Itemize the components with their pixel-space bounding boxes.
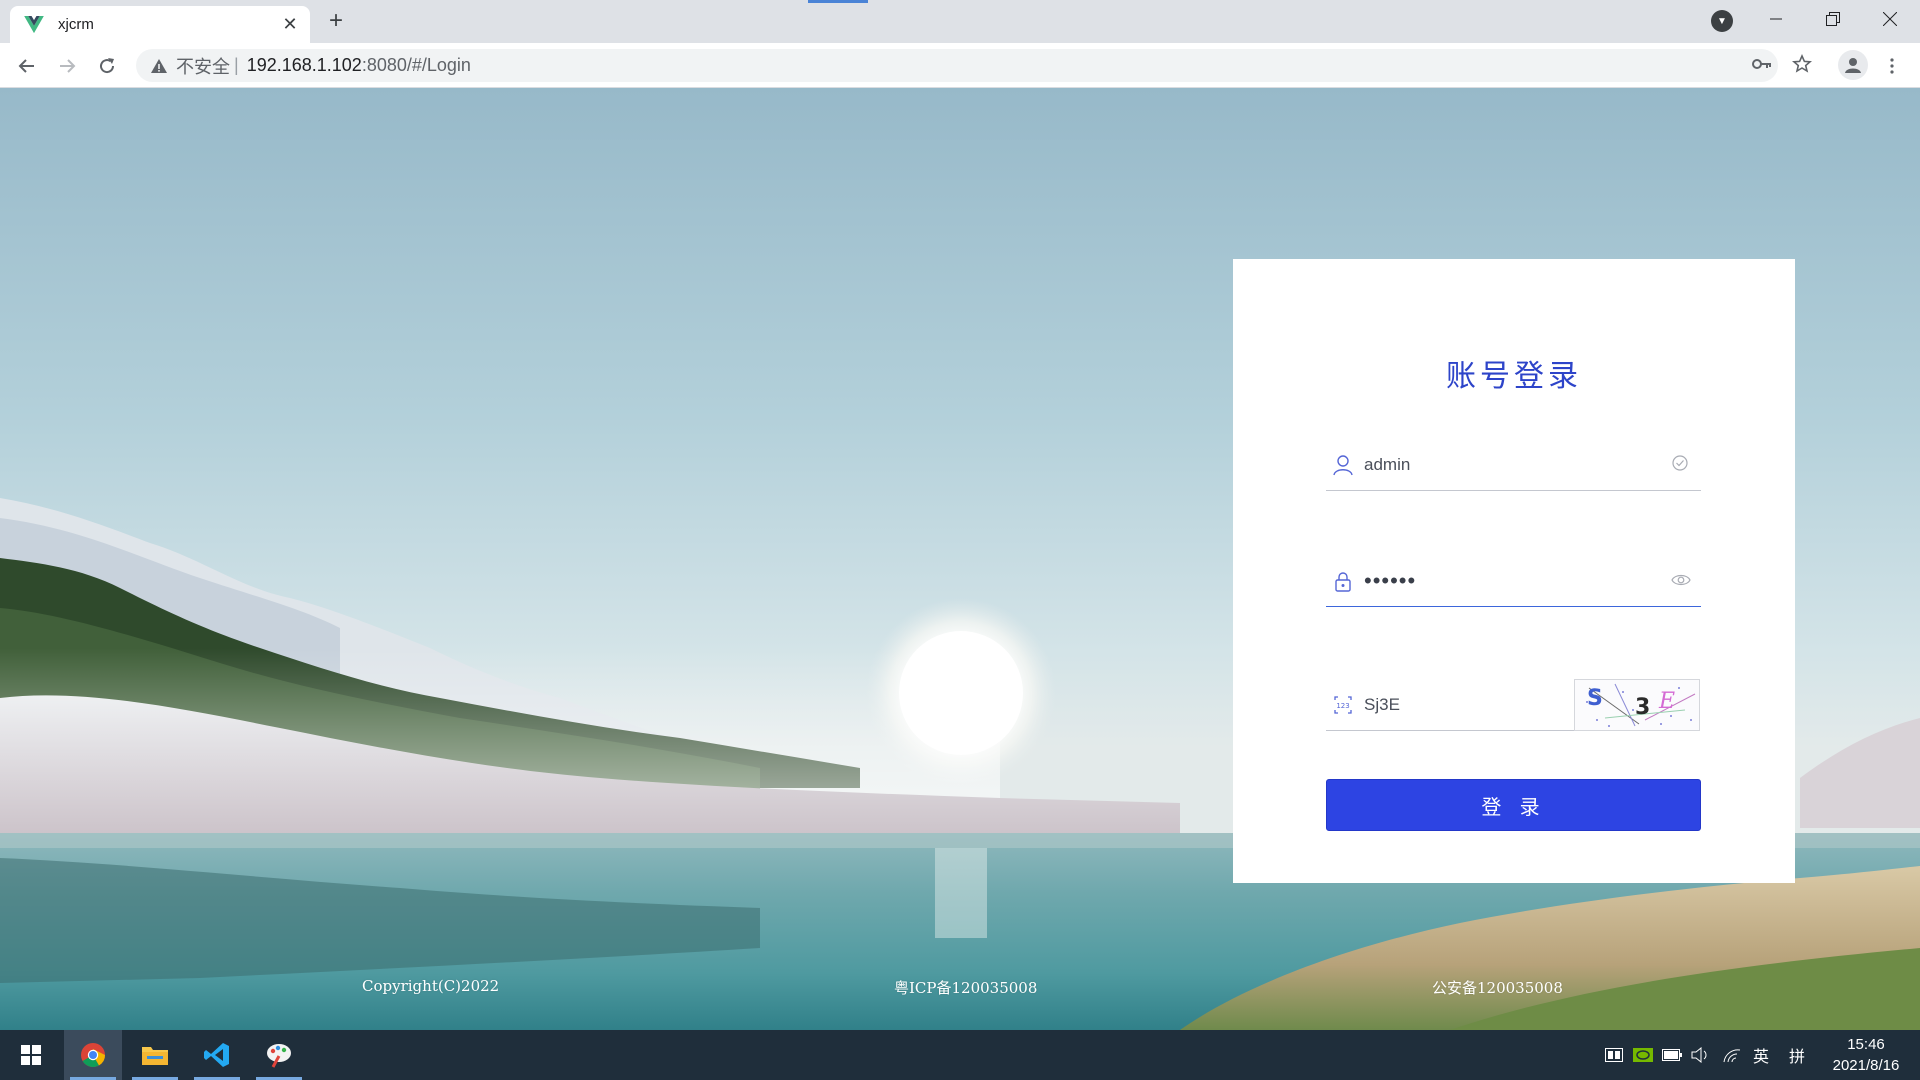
- password-key-button[interactable]: [1749, 51, 1775, 77]
- nvidia-icon[interactable]: [1632, 1044, 1654, 1066]
- arrow-right-icon: [60, 59, 76, 73]
- tab-search-icon[interactable]: ▼: [1711, 10, 1733, 32]
- user-icon: [1332, 454, 1354, 476]
- taskbar-clock[interactable]: 15:46 2021/8/16: [1818, 1034, 1914, 1076]
- minimize-button[interactable]: [1748, 0, 1804, 38]
- start-icon: [21, 1045, 41, 1065]
- volume-icon[interactable]: [1690, 1044, 1712, 1066]
- vscode-icon: [204, 1043, 229, 1067]
- browser-tab[interactable]: xjcrm ✕: [10, 6, 310, 43]
- captcha-field[interactable]: 123 Sj3E: [1326, 679, 1574, 731]
- username-input[interactable]: admin: [1364, 455, 1671, 475]
- vue-logo-icon: [24, 15, 44, 33]
- paint-icon: [267, 1044, 291, 1068]
- svg-text:123: 123: [1336, 702, 1349, 710]
- eye-icon[interactable]: [1671, 570, 1693, 592]
- new-tab-button[interactable]: +: [322, 8, 350, 36]
- warning-icon[interactable]: [150, 57, 168, 75]
- profile-button[interactable]: [1838, 50, 1868, 80]
- taskbar-vscode[interactable]: [188, 1030, 246, 1080]
- footer-copyright: Copyright(C)2022: [362, 977, 500, 995]
- taskbar-paint[interactable]: [250, 1030, 308, 1080]
- more-vert-icon: [1890, 58, 1894, 74]
- battery-icon[interactable]: [1661, 1044, 1683, 1066]
- reload-button[interactable]: [92, 51, 122, 81]
- lock-icon: [1332, 570, 1354, 592]
- browser-toolbar: 不安全 | 192.168.1.102 :8080/#/Login: [0, 43, 1920, 88]
- password-input[interactable]: ••••••: [1364, 568, 1671, 594]
- clock-time: 15:46: [1847, 1036, 1885, 1053]
- captcha-char-1: S: [1587, 686, 1603, 711]
- browser-menu-button[interactable]: [1880, 51, 1904, 81]
- clock-date: 2021/8/16: [1832, 1057, 1900, 1074]
- tab-title: xjcrm: [58, 16, 94, 33]
- password-field[interactable]: ••••••: [1326, 555, 1701, 607]
- taskbar-file-explorer[interactable]: [126, 1030, 184, 1080]
- star-icon: [1792, 54, 1812, 73]
- minimize-icon: [1770, 18, 1782, 20]
- login-card: 账号登录 admin •••••• 123 Sj3E S 3 E 登 录: [1233, 259, 1795, 883]
- reload-icon: [100, 58, 115, 74]
- close-window-button[interactable]: [1862, 0, 1918, 38]
- address-bar[interactable]: 不安全 | 192.168.1.102 :8080/#/Login: [136, 49, 1778, 82]
- tab-strip-indicator: [808, 0, 868, 3]
- address-separator: |: [234, 55, 239, 75]
- avatar-icon: [1845, 58, 1861, 73]
- forward-button[interactable]: [52, 51, 82, 81]
- captcha-image[interactable]: S 3 E: [1574, 679, 1700, 731]
- taskbar-chrome[interactable]: [64, 1030, 122, 1080]
- bookmark-button[interactable]: [1789, 51, 1815, 77]
- taskbar: 英 拼 15:46 2021/8/16: [0, 1030, 1920, 1080]
- captcha-char-3: E: [1658, 689, 1675, 714]
- username-field[interactable]: admin: [1326, 439, 1701, 491]
- start-button[interactable]: [2, 1030, 60, 1080]
- url-host: 192.168.1.102: [246, 55, 362, 75]
- back-button[interactable]: [12, 51, 42, 81]
- footer-icp[interactable]: 粤ICP备120035008: [894, 977, 1037, 998]
- login-title: 账号登录: [1446, 359, 1582, 394]
- display-tray-icon[interactable]: [1603, 1044, 1625, 1066]
- captcha-char-2: 3: [1635, 695, 1650, 720]
- ime-language[interactable]: 英: [1750, 1044, 1772, 1066]
- close-icon: [1883, 12, 1897, 26]
- tab-close-icon[interactable]: ✕: [280, 14, 300, 35]
- login-page: 账号登录 admin •••••• 123 Sj3E S 3 E 登 录 Cop…: [0, 88, 1920, 1030]
- browser-tab-strip: xjcrm ✕ + ▼: [0, 0, 1920, 43]
- security-label[interactable]: 不安全: [176, 53, 230, 79]
- check-circle-icon: [1671, 454, 1693, 476]
- restore-button[interactable]: [1805, 0, 1861, 38]
- arrow-left-icon: [18, 59, 34, 73]
- captcha-icon: 123: [1332, 694, 1354, 716]
- ime-mode[interactable]: 拼: [1786, 1044, 1808, 1066]
- chrome-icon: [81, 1043, 105, 1068]
- file-explorer-icon: [142, 1047, 168, 1065]
- footer-police-record[interactable]: 公安备120035008: [1432, 977, 1563, 998]
- key-icon: [1752, 59, 1771, 69]
- restore-icon: [1826, 12, 1840, 26]
- login-button[interactable]: 登 录: [1326, 779, 1701, 831]
- wifi-icon[interactable]: [1721, 1044, 1743, 1066]
- captcha-input[interactable]: Sj3E: [1364, 695, 1574, 715]
- url-path: :8080/#/Login: [361, 55, 471, 75]
